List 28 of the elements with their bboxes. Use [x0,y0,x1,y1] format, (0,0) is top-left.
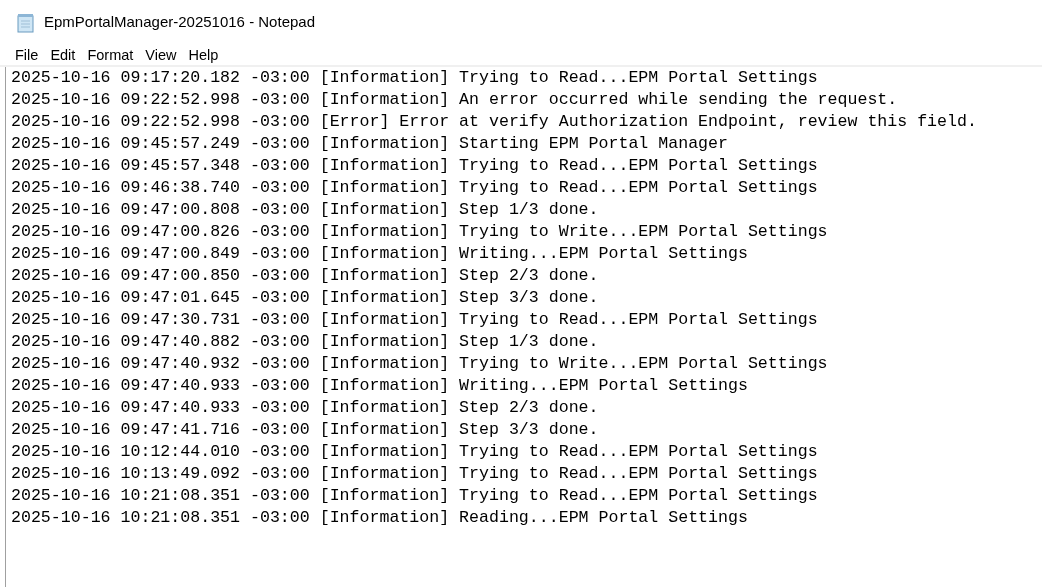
log-line: 2025-10-16 09:45:57.249 -03:00 [Information] Starting EPM Portal Manager [11,133,728,155]
menu-item[interactable]: File [9,45,45,65]
menu-item[interactable]: View [139,45,183,65]
log-line: 2025-10-16 09:22:52.998 -03:00 [Error] Error at verify Authorization Endpoint, review this field. [11,111,977,133]
log-line: 2025-10-16 10:21:08.351 -03:00 [Information] Reading...EPM Portal Settings [11,507,748,529]
log-line: 2025-10-16 09:47:40.933 -03:00 [Information] Writing...EPM Portal Settings [11,375,748,397]
log-line: 2025-10-16 10:12:44.010 -03:00 [Information] Trying to Read...EPM Portal Settings [11,441,818,463]
notepad-icon [16,12,36,33]
log-line: 2025-10-16 09:47:00.826 -03:00 [Information] Trying to Write...EPM Portal Settings [11,221,828,243]
log-line: 2025-10-16 09:45:57.348 -03:00 [Information] Trying to Read...EPM Portal Settings [11,155,818,177]
log-line: 2025-10-16 09:47:00.850 -03:00 [Information] Step 2/3 done. [11,265,599,287]
log-line: 2025-10-16 10:21:08.351 -03:00 [Information] Trying to Read...EPM Portal Settings [11,485,818,507]
log-line: 2025-10-16 09:47:41.716 -03:00 [Information] Step 3/3 done. [11,419,599,441]
log-line: 2025-10-16 09:47:40.933 -03:00 [Information] Step 2/3 done. [11,397,599,419]
window-title: EpmPortalManager-20251016 - Notepad [44,12,315,33]
log-line: 2025-10-16 09:47:00.849 -03:00 [Information] Writing...EPM Portal Settings [11,243,748,265]
log-line: 2025-10-16 09:47:01.645 -03:00 [Information] Step 3/3 done. [11,287,599,309]
log-line: 2025-10-16 09:47:00.808 -03:00 [Information] Step 1/3 done. [11,199,599,221]
log-line: 2025-10-16 09:17:20.182 -03:00 [Information] Trying to Read...EPM Portal Settings [11,67,818,89]
menu-item[interactable]: Edit [44,45,82,65]
log-line: 2025-10-16 09:47:40.932 -03:00 [Information] Trying to Write...EPM Portal Settings [11,353,828,375]
log-line: 2025-10-16 09:47:40.882 -03:00 [Information] Step 1/3 done. [11,331,599,353]
log-line: 2025-10-16 09:46:38.740 -03:00 [Information] Trying to Read...EPM Portal Settings [11,177,818,199]
menu-item[interactable]: Help [182,45,225,65]
log-line: 2025-10-16 09:47:30.731 -03:00 [Information] Trying to Read...EPM Portal Settings [11,309,818,331]
log-line: 2025-10-16 09:22:52.998 -03:00 [Information] An error occurred while sending the request. [11,89,898,111]
menu-item[interactable]: Format [81,45,140,65]
log-line: 2025-10-16 10:13:49.092 -03:00 [Information] Trying to Read...EPM Portal Settings [11,463,818,485]
